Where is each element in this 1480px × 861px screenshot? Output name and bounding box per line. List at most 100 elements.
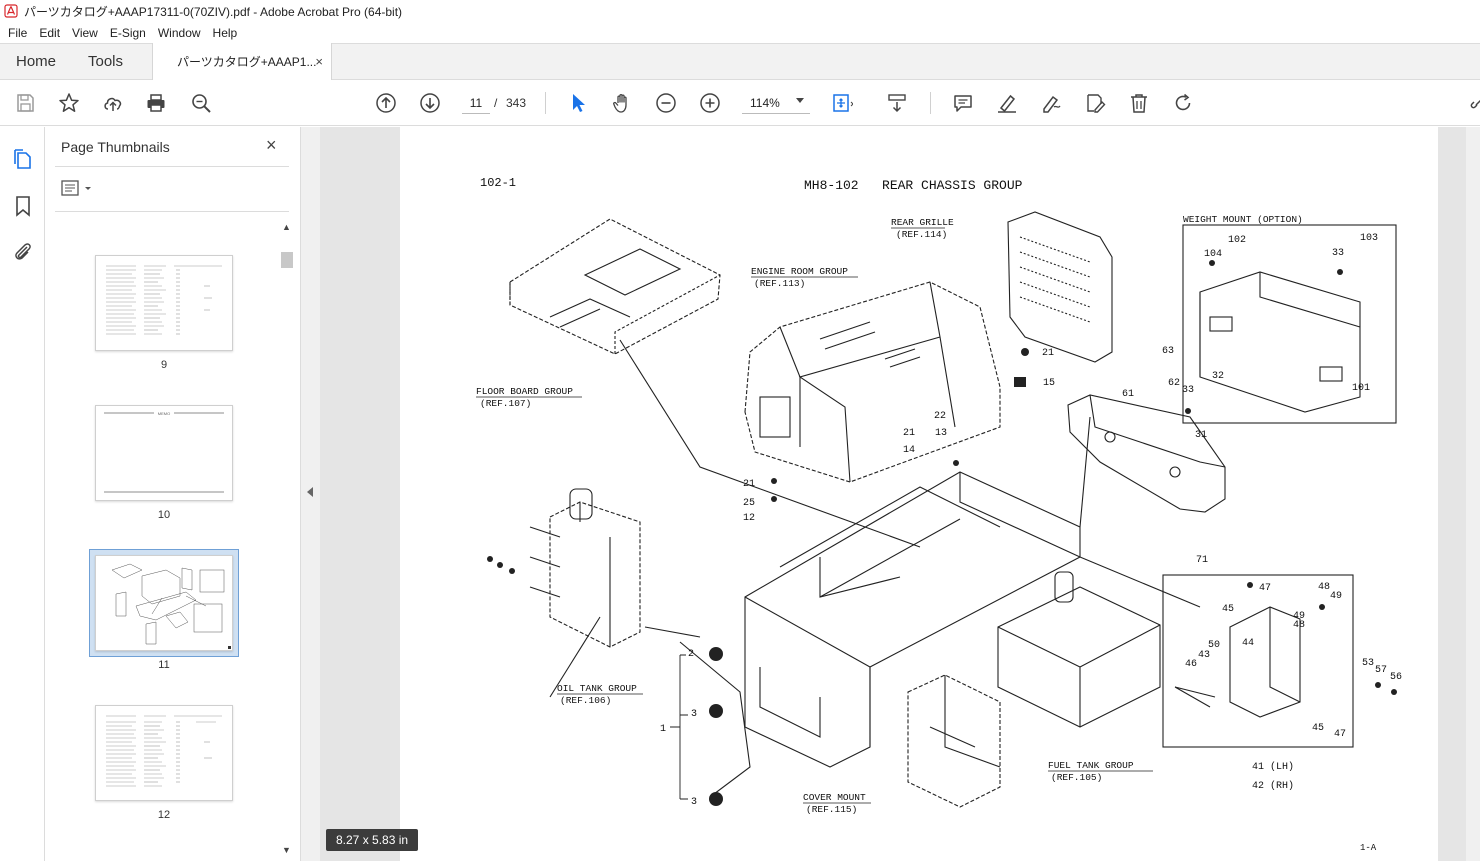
draw-pen-icon[interactable] xyxy=(1039,91,1063,115)
callout-48: 48 xyxy=(1318,582,1330,593)
select-cursor-icon[interactable] xyxy=(566,91,590,115)
tab-close-icon[interactable]: × xyxy=(315,54,323,69)
comment-icon[interactable] xyxy=(951,91,975,115)
side-label-rh: 42 (RH) xyxy=(1252,780,1294,792)
toolbar: / 343 114% xyxy=(0,80,1480,126)
callout-61: 61 xyxy=(1122,389,1134,400)
callout-3: 3 xyxy=(691,709,697,720)
page-thumbnail-11[interactable] xyxy=(95,555,233,651)
group-label-weight-mount: WEIGHT MOUNT (OPTION) xyxy=(1183,214,1303,225)
page-thumbnail-12[interactable] xyxy=(95,705,233,801)
callout-21: 21 xyxy=(903,428,915,439)
menu-view[interactable]: View xyxy=(66,26,104,40)
scrollbar-thumb[interactable] xyxy=(281,252,293,268)
fit-page-icon[interactable] xyxy=(830,91,854,115)
thumbnail-memo-caption: MEMO xyxy=(158,411,170,416)
tab-tools[interactable]: Tools xyxy=(88,53,123,70)
star-bookmark-icon[interactable] xyxy=(57,91,81,115)
page-thumbnail-9[interactable] xyxy=(95,255,233,351)
group-ref-cover-mount: (REF.115) xyxy=(806,804,857,815)
group-ref-oil-tank: (REF.106) xyxy=(560,695,611,706)
callout-57: 57 xyxy=(1375,665,1387,676)
panel-title: Page Thumbnails xyxy=(61,139,170,155)
zoom-search-icon[interactable] xyxy=(189,91,213,115)
page-thumbnails-icon[interactable] xyxy=(11,147,35,171)
group-label-oil-tank: OIL TANK GROUP xyxy=(557,683,637,694)
upload-cloud-icon[interactable] xyxy=(101,91,125,115)
panel-splitter[interactable] xyxy=(300,127,320,861)
chevron-down-icon xyxy=(796,98,804,103)
group-label-floor-board: FLOOR BOARD GROUP xyxy=(476,386,573,397)
callout-56: 56 xyxy=(1390,672,1402,683)
group-label-fuel-tank: FUEL TANK GROUP xyxy=(1048,760,1134,771)
thumbnail-options-icon[interactable] xyxy=(61,179,95,199)
panel-close-icon[interactable]: × xyxy=(266,135,277,156)
acrobat-app-icon xyxy=(4,4,18,18)
delete-trash-icon[interactable] xyxy=(1127,91,1151,115)
tab-document[interactable]: パーツカタログ+AAAP1... × xyxy=(152,43,332,80)
previous-page-icon[interactable] xyxy=(374,91,398,115)
group-label-rear-grille: REAR GRILLE xyxy=(891,217,954,228)
panel-divider xyxy=(55,166,289,167)
attachments-paperclip-icon[interactable] xyxy=(11,240,35,264)
total-pages: 343 xyxy=(506,96,527,110)
document-view[interactable]: 102-1 MH8-102 REAR CHASSIS GROUP 1-A REA… xyxy=(320,127,1480,861)
save-icon[interactable] xyxy=(13,91,37,115)
menu-edit[interactable]: Edit xyxy=(33,26,66,40)
pdf-page: 102-1 MH8-102 REAR CHASSIS GROUP 1-A REA… xyxy=(400,127,1438,861)
group-label-cover-mount: COVER MOUNT xyxy=(803,792,866,803)
tab-bar: Home Tools パーツカタログ+AAAP1... × xyxy=(0,43,1480,80)
callout-71: 71 xyxy=(1196,555,1208,566)
scroll-down-icon[interactable]: ▼ xyxy=(282,845,291,855)
scroll-up-icon[interactable]: ▲ xyxy=(282,222,291,232)
thumbnail-memo-preview: MEMO xyxy=(104,411,224,493)
group-ref-rear-grille: (REF.114) xyxy=(896,229,947,240)
callout-44: 44 xyxy=(1242,638,1254,649)
highlight-pen-icon[interactable] xyxy=(995,91,1019,115)
document-scrollbar[interactable] xyxy=(1466,127,1480,861)
menu-esign[interactable]: E-Sign xyxy=(104,26,152,40)
zoom-in-icon[interactable] xyxy=(698,91,722,115)
group-ref-fuel-tank: (REF.105) xyxy=(1051,772,1102,783)
callout-103: 103 xyxy=(1360,233,1378,244)
zoom-out-icon[interactable] xyxy=(654,91,678,115)
callout-49: 49 xyxy=(1330,591,1342,602)
menu-window[interactable]: Window xyxy=(152,26,207,40)
callout-102: 102 xyxy=(1228,235,1246,246)
menu-file[interactable]: File xyxy=(2,26,33,40)
group-ref-engine-room: (REF.113) xyxy=(754,278,805,289)
callout-33: 33 xyxy=(1182,385,1194,396)
rotate-icon[interactable] xyxy=(1171,91,1195,115)
left-navigation-rail xyxy=(0,127,45,861)
thumbnail-drawing-preview xyxy=(111,563,231,649)
callout-47: 47 xyxy=(1259,583,1271,594)
menu-help[interactable]: Help xyxy=(207,26,244,40)
page-thumbnail-10[interactable]: MEMO xyxy=(95,405,233,501)
zoom-level-dropdown[interactable]: 114% xyxy=(742,92,810,114)
fill-sign-icon[interactable] xyxy=(1083,91,1107,115)
zoom-level-value: 114% xyxy=(750,96,780,110)
print-icon[interactable] xyxy=(144,91,168,115)
thumbnail-table-preview xyxy=(106,265,222,335)
current-page-input[interactable] xyxy=(462,92,490,114)
callout-1: 1 xyxy=(660,724,666,735)
callout-53: 53 xyxy=(1362,658,1374,669)
bookmarks-icon[interactable] xyxy=(11,194,35,218)
callout-48: 48 xyxy=(1293,620,1305,631)
hand-tool-icon[interactable] xyxy=(610,91,634,115)
callout-22: 22 xyxy=(934,411,946,422)
side-label-lh: 41 (LH) xyxy=(1252,761,1294,773)
tab-home[interactable]: Home xyxy=(16,53,56,70)
callout-31: 31 xyxy=(1195,430,1207,441)
next-page-icon[interactable] xyxy=(418,91,442,115)
collapse-panel-icon[interactable] xyxy=(307,487,313,497)
thumbnail-scrollbar[interactable]: ▲ ▼ xyxy=(281,222,293,855)
scroll-mode-icon[interactable] xyxy=(885,91,909,115)
page-size-indicator: 8.27 x 5.83 in xyxy=(326,829,419,851)
callout-45: 45 xyxy=(1312,723,1324,734)
callout-33: 33 xyxy=(1332,248,1344,259)
callout-63: 63 xyxy=(1162,346,1174,357)
share-link-icon[interactable] xyxy=(1466,91,1480,115)
page-footer: 1-A xyxy=(1360,843,1377,853)
callout-104: 104 xyxy=(1204,249,1222,260)
